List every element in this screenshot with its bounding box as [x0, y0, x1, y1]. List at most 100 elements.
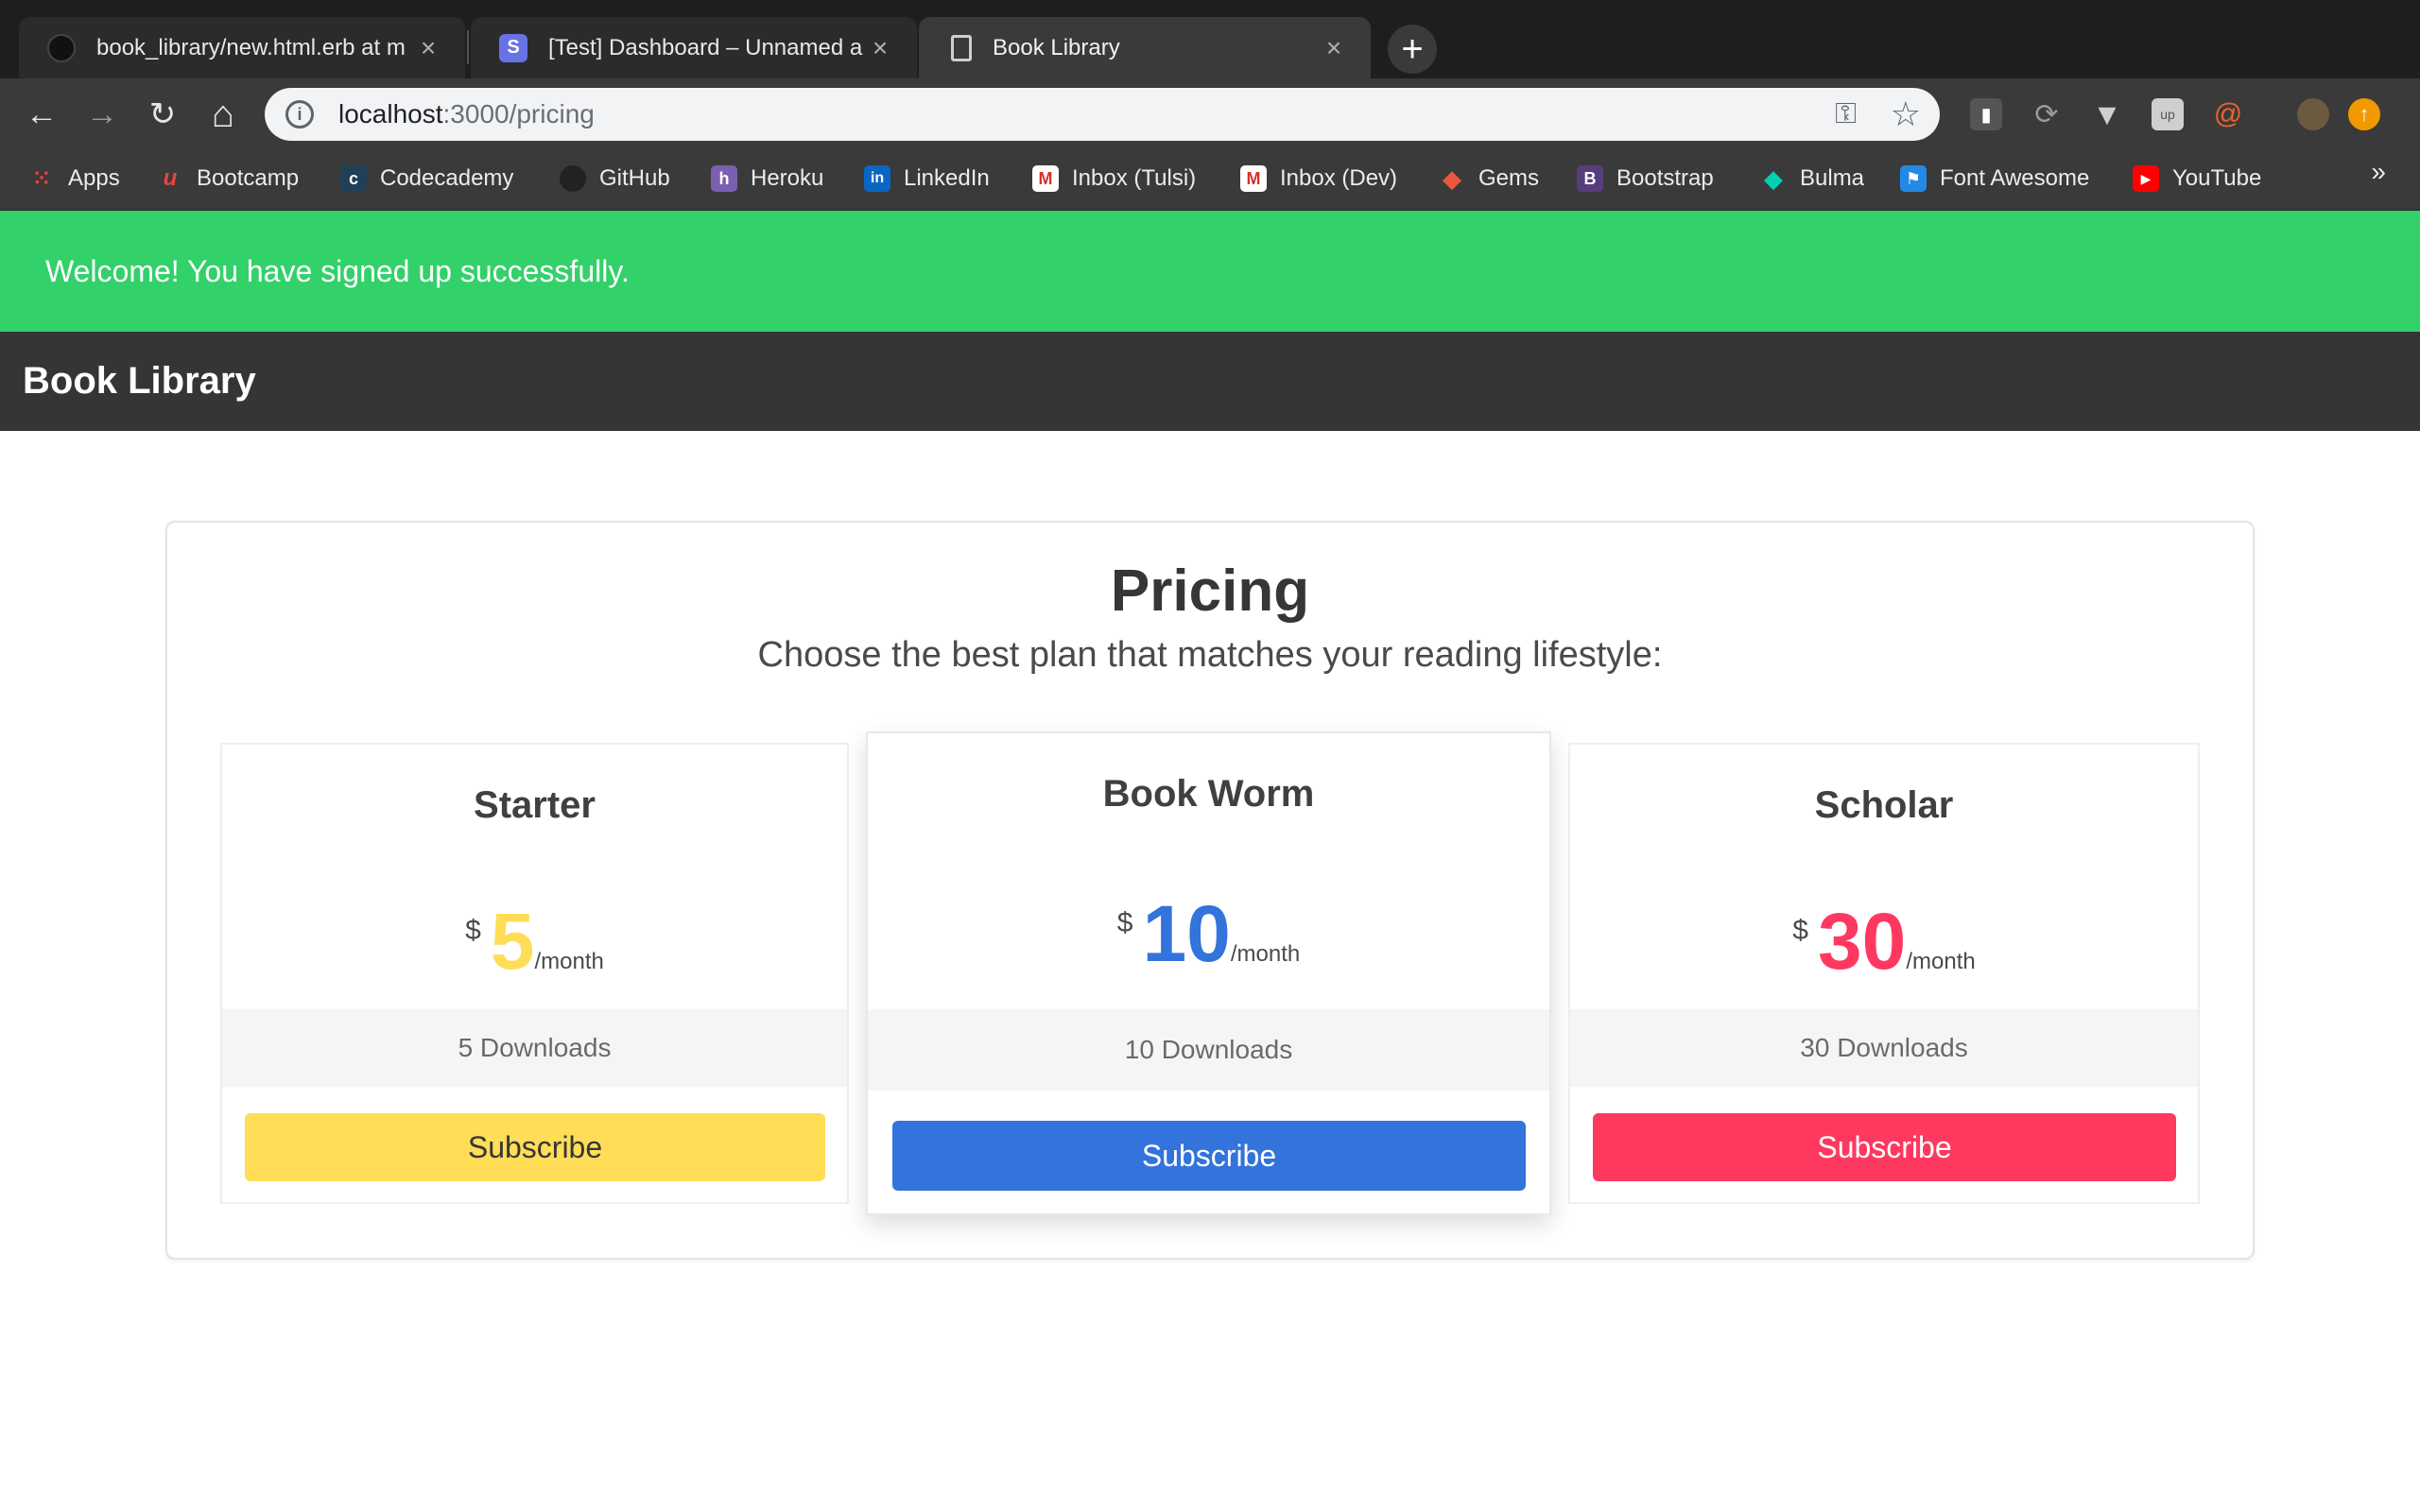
plan-name: Scholar — [1814, 784, 1954, 826]
subscribe-starter-button[interactable]: Subscribe — [245, 1113, 825, 1181]
bookmark-label: Inbox (Tulsi) — [1072, 165, 1197, 191]
gmail-icon: M — [1032, 165, 1059, 192]
bookmark-label: Bootstrap — [1616, 165, 1714, 191]
page-icon — [951, 34, 972, 61]
price-period: /month — [1230, 941, 1301, 967]
price-amount: 10 — [1142, 889, 1231, 978]
url-text[interactable]: localhost:3000/pricing — [338, 99, 595, 129]
profile-avatar-icon[interactable] — [2297, 98, 2329, 130]
back-icon[interactable]: ← — [19, 92, 64, 137]
bookmark-bootstrap[interactable]: B Bootstrap — [1577, 162, 1714, 196]
browser-tab-active[interactable]: Book Library × — [919, 17, 1371, 78]
page-title: Pricing — [1110, 558, 1310, 624]
bookmark-label: Codecademy — [380, 165, 514, 191]
bookmarks-overflow-icon[interactable]: » — [2371, 157, 2386, 187]
close-tab-icon[interactable]: × — [414, 33, 442, 63]
bookmark-heroku[interactable]: h Heroku — [711, 162, 823, 196]
pricing-card-starter: Starter $ 5 /month 5 Downloads Subscribe — [220, 743, 849, 1204]
bookmark-label: Font Awesome — [1940, 165, 2090, 191]
bulma-icon: ◆ — [1764, 163, 1783, 193]
vue-devtools-icon[interactable]: ▼ — [2091, 97, 2123, 131]
plan-price: $ 5 /month — [222, 902, 847, 981]
extension-sync-icon[interactable]: ⟳ — [2031, 98, 2063, 130]
bookmark-linkedin[interactable]: in LinkedIn — [864, 162, 990, 196]
price-period: /month — [534, 949, 604, 974]
browser-tab[interactable]: book_library/new.html.erb at m × — [19, 17, 465, 78]
bookmark-youtube[interactable]: ▶ YouTube — [2133, 162, 2261, 196]
bookmark-label: Heroku — [751, 165, 824, 191]
bookmark-apps[interactable]: ⁙ Apps — [28, 162, 120, 196]
close-tab-icon[interactable]: × — [866, 33, 894, 63]
browser-tab-strip: book_library/new.html.erb at m × S [Test… — [0, 0, 2420, 78]
bookmark-github[interactable]: GitHub — [560, 162, 670, 196]
subscribe-scholar-button[interactable]: Subscribe — [1593, 1113, 2176, 1181]
plan-feature: 5 Downloads — [222, 1009, 847, 1087]
tab-title: book_library/new.html.erb at m — [96, 34, 406, 60]
youtube-icon: ▶ — [2133, 165, 2159, 192]
address-bar[interactable]: i localhost:3000/pricing ⚿ ☆ — [265, 88, 1940, 141]
bookmark-bootcamp[interactable]: u Bootcamp — [157, 162, 299, 196]
price-amount: 30 — [1817, 897, 1907, 986]
heroku-icon: h — [711, 165, 737, 192]
bookmark-label: Inbox (Dev) — [1280, 165, 1398, 191]
bookmark-label: Bulma — [1800, 165, 1865, 191]
price-currency: $ — [1792, 915, 1808, 946]
bookmark-inbox-dev[interactable]: M Inbox (Dev) — [1240, 162, 1397, 196]
flash-message: Welcome! You have signed up successfully… — [45, 253, 630, 288]
github-icon — [47, 33, 76, 62]
page-subtitle: Choose the best plan that matches your r… — [757, 635, 1663, 675]
price-amount: 5 — [490, 897, 535, 986]
pricing-card-scholar: Scholar $ 30 /month 30 Downloads Subscri… — [1568, 743, 2200, 1204]
new-tab-button[interactable]: + — [1388, 25, 1437, 74]
plan-name: Starter — [474, 784, 596, 826]
bootcamp-icon: u — [163, 165, 178, 191]
plan-feature: 30 Downloads — [1570, 1009, 2198, 1087]
forward-icon[interactable]: → — [79, 92, 125, 137]
bootstrap-icon: B — [1577, 165, 1603, 192]
gmail-icon: M — [1240, 165, 1267, 192]
stripe-icon: S — [499, 33, 527, 62]
linkedin-icon: in — [864, 165, 890, 192]
price-currency: $ — [1116, 907, 1133, 938]
plan-feature: 10 Downloads — [868, 1009, 1549, 1091]
pricing-card-book-worm: Book Worm $ 10 /month 10 Downloads Subsc… — [866, 731, 1551, 1215]
bookmark-star-icon[interactable]: ☆ — [1891, 94, 1921, 134]
apps-grid-icon: ⁙ — [32, 166, 51, 190]
price-currency: $ — [465, 915, 481, 946]
plan-name: Book Worm — [1102, 773, 1315, 815]
browser-tab[interactable]: S [Test] Dashboard – Unnamed a × — [471, 17, 917, 78]
upwork-extension-icon[interactable]: up — [2152, 98, 2184, 130]
reload-icon[interactable]: ↻ — [140, 92, 185, 137]
subscribe-book-worm-button[interactable]: Subscribe — [892, 1121, 1526, 1191]
bookmark-codecademy[interactable]: c Codecademy — [340, 162, 513, 196]
bookmark-label: Gems — [1478, 165, 1540, 191]
close-tab-icon[interactable]: × — [1320, 33, 1348, 63]
font-awesome-icon: ⚑ — [1900, 165, 1927, 192]
navbar-brand[interactable]: Book Library — [23, 360, 256, 403]
update-icon[interactable]: ↑ — [2348, 98, 2380, 130]
bookmark-label: Bootcamp — [197, 165, 300, 191]
github-icon — [560, 165, 586, 192]
price-period: /month — [1906, 949, 1976, 974]
password-key-icon[interactable]: ⚿ — [1835, 98, 1857, 130]
tab-title: Book Library — [993, 34, 1120, 60]
home-icon[interactable]: ⌂ — [200, 92, 246, 137]
plan-price: $ 30 /month — [1570, 902, 2198, 981]
bookmark-inbox-tulsi[interactable]: M Inbox (Tulsi) — [1032, 162, 1196, 196]
bookmark-font-awesome[interactable]: ⚑ Font Awesome — [1900, 162, 2089, 196]
tab-divider — [467, 30, 469, 64]
site-info-icon[interactable]: i — [285, 100, 314, 129]
extension-swirl-icon[interactable]: @ — [2212, 98, 2244, 130]
codecademy-icon: c — [340, 165, 367, 192]
bookmark-label: LinkedIn — [904, 165, 990, 191]
bookmark-gems[interactable]: ◆ Gems — [1439, 162, 1539, 196]
extension-icon[interactable]: ▮ — [1970, 98, 2002, 130]
bookmark-label: Apps — [68, 165, 120, 191]
rubygems-icon: ◆ — [1443, 163, 1461, 193]
bookmark-label: GitHub — [599, 165, 670, 191]
bookmark-label: YouTube — [2172, 165, 2262, 191]
site-navbar: Book Library — [0, 332, 2420, 431]
bookmark-bulma[interactable]: ◆ Bulma — [1760, 162, 1864, 196]
tab-title: [Test] Dashboard – Unnamed a — [548, 34, 863, 60]
flash-notice: Welcome! You have signed up successfully… — [0, 211, 2420, 332]
